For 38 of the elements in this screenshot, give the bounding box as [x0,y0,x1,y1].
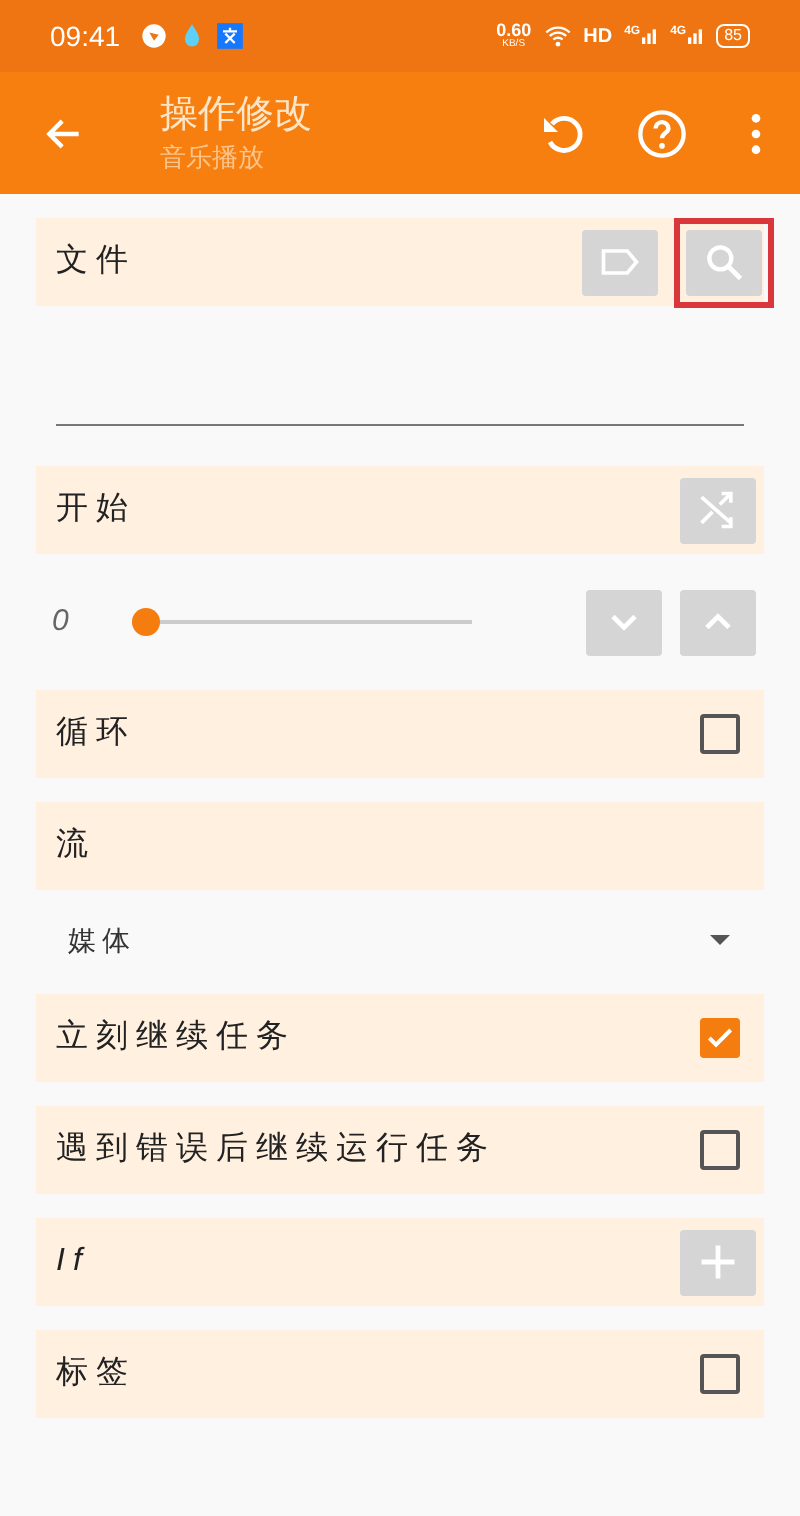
setting-label: If [56,1242,92,1282]
clock: 09:41 [50,17,121,55]
signal-icon [642,24,659,48]
add-button[interactable] [680,1229,756,1295]
search-button[interactable] [686,229,762,295]
app-icon [216,22,245,50]
notification-icon [140,22,169,50]
setting-label: 遇到错误后继续运行任务 [56,1129,498,1170]
plus-icon [696,1240,740,1284]
setting-label: 循环 [56,714,138,754]
dropdown-value: 媒体 [68,921,138,959]
setting-label: 标签 [56,1354,138,1394]
section-label: 流 [56,825,96,866]
slider-value: 0 [52,601,71,642]
dropdown[interactable]: 媒体 [36,894,764,986]
help-icon [636,107,688,159]
battery-indicator: 85 [716,24,750,48]
setting-label: 文件 [56,241,138,282]
signal-icon [688,24,705,48]
decrease-button[interactable] [586,589,662,655]
screen-title: 操作修改 [160,91,314,139]
checkbox[interactable] [700,1018,740,1058]
setting-label: 开始 [56,490,138,530]
increase-button[interactable] [680,589,756,655]
setting-label: 立刻继续任务 [56,1017,298,1058]
checkbox[interactable] [700,714,740,754]
checkbox[interactable] [700,1354,740,1394]
wifi-icon [543,22,572,50]
screen-subtitle: 音乐播放 [160,139,266,175]
network-speed: 0.60 [496,22,532,40]
shuffle-button[interactable] [680,477,756,543]
hd-label: HD [583,23,613,51]
more-icon [750,113,762,153]
checkbox[interactable] [700,1130,740,1170]
slider-thumb[interactable] [132,608,160,636]
search-icon [702,240,746,284]
tag-button[interactable] [582,229,658,295]
slider[interactable] [132,608,472,636]
